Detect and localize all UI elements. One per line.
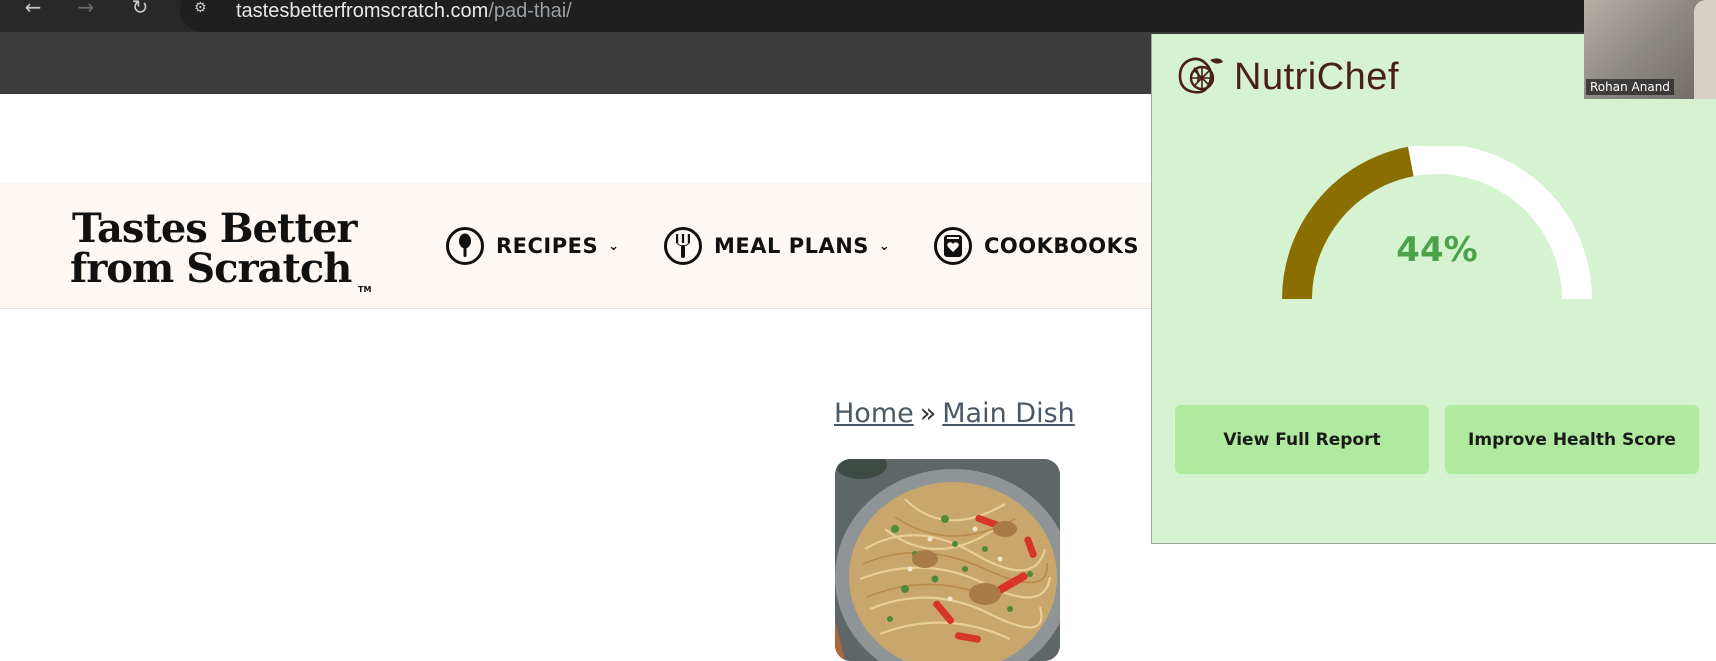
- chevron-down-icon: ⌄: [608, 238, 620, 254]
- recipe-image[interactable]: [835, 459, 1060, 661]
- noodle-bowl-illustration: [835, 459, 1060, 661]
- nav-label-recipes: RECIPES: [496, 234, 599, 258]
- improve-health-score-button[interactable]: Improve Health Score: [1445, 405, 1699, 474]
- breadcrumb-separator: »: [919, 398, 937, 429]
- site-logo[interactable]: Tastes Better from Scratch TM: [70, 205, 380, 295]
- nutrichef-panel: NutriChef 44% View Full Report Improve H…: [1151, 34, 1716, 544]
- breadcrumb-category-link[interactable]: Main Dish: [942, 398, 1075, 429]
- site-info-icon[interactable]: ⚙: [194, 0, 218, 20]
- logo-trademark: TM: [358, 285, 372, 294]
- cookbook-icon: [934, 227, 972, 265]
- nav-label-meal-plans: MEAL PLANS: [714, 234, 869, 258]
- page: ← → ↻ ⚙ tastesbetterfromscratch.com/pad-…: [0, 0, 1716, 661]
- url-text[interactable]: tastesbetterfromscratch.com/pad-thai/: [236, 0, 572, 23]
- participant-video: [1694, 0, 1716, 99]
- video-participant-tile[interactable]: Rohan Anand: [1584, 0, 1716, 99]
- back-icon[interactable]: ←: [18, 0, 48, 18]
- nutrichef-brand: NutriChef: [1176, 54, 1399, 100]
- nav-item-recipes[interactable]: RECIPES ⌄: [446, 223, 619, 269]
- forward-icon[interactable]: →: [71, 0, 101, 18]
- health-score-value: 44%: [1396, 230, 1478, 270]
- nav-item-cookbooks[interactable]: COOKBOOKS ⌄: [934, 223, 1160, 269]
- reload-icon[interactable]: ↻: [125, 0, 155, 18]
- address-bar[interactable]: ⚙ tastesbetterfromscratch.com/pad-thai/: [180, 0, 1600, 32]
- nav-item-meal-plans[interactable]: MEAL PLANS ⌄: [664, 223, 890, 269]
- participant-name: Rohan Anand: [1586, 79, 1674, 95]
- breadcrumb: Home» Main Dish: [834, 398, 1075, 429]
- nav-label-cookbooks: COOKBOOKS: [984, 234, 1139, 258]
- spoon-icon: [446, 227, 484, 265]
- fork-icon: [664, 227, 702, 265]
- url-path: /pad-thai/: [488, 0, 572, 22]
- breadcrumb-home-link[interactable]: Home: [834, 398, 914, 429]
- nutrichef-title: NutriChef: [1234, 55, 1399, 98]
- logo-line-2: from Scratch: [70, 245, 352, 292]
- lemon-leaf-icon: [1176, 54, 1226, 101]
- view-full-report-button[interactable]: View Full Report: [1175, 405, 1429, 474]
- url-host: tastesbetterfromscratch.com: [236, 0, 489, 22]
- chevron-down-icon: ⌄: [878, 238, 890, 254]
